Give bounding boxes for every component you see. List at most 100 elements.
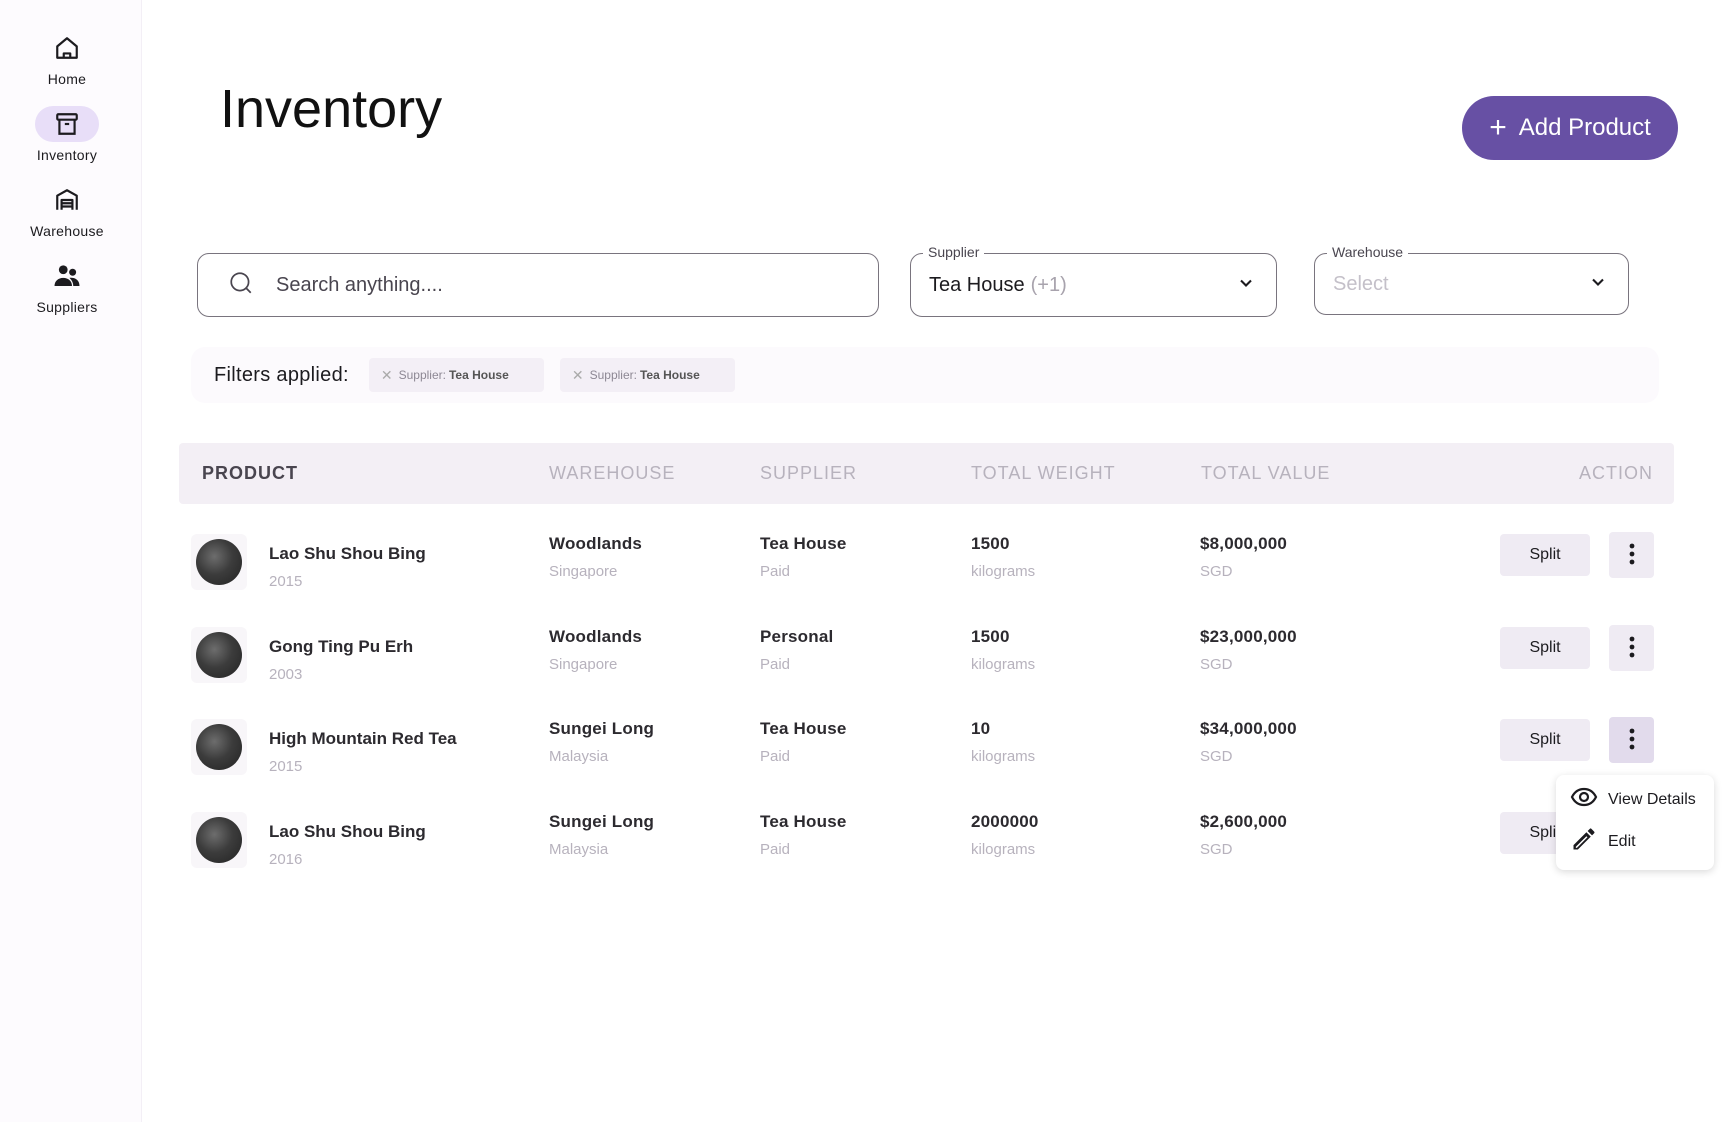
filter-chip-prefix: Supplier: (398, 368, 446, 382)
chevron-down-icon (1236, 273, 1256, 298)
tea-image (196, 539, 242, 585)
warehouse-icon (35, 182, 99, 218)
total-weight: 2000000 (971, 812, 1039, 831)
tea-image (196, 817, 242, 863)
warehouse-country: Singapore (549, 656, 618, 673)
sidebar-item-label: Inventory (36, 147, 98, 163)
table-row: Lao Shu Shou Bing 2015 Woodlands Singapo… (179, 532, 1674, 626)
product-year: 2015 (269, 758, 303, 775)
split-button[interactable]: Split (1500, 719, 1590, 761)
supplier-value-text: Tea House (929, 273, 1025, 296)
warehouse-select-label: Warehouse (1327, 244, 1409, 260)
more-vert-icon (1629, 543, 1635, 568)
payment-status: Paid (760, 563, 791, 580)
warehouse-name: Woodlands (549, 627, 643, 646)
warehouse-name: Sungei Long (549, 719, 655, 738)
sidebar-item-label: Home (47, 71, 87, 87)
tea-image (196, 632, 242, 678)
more-options-button[interactable] (1609, 717, 1654, 763)
weight-unit: kilograms (971, 841, 1036, 858)
sidebar-item-warehouse[interactable]: Warehouse (0, 182, 134, 239)
add-product-button[interactable]: + Add Product (1462, 96, 1678, 160)
tea-image (196, 724, 242, 770)
plus-icon: + (1489, 111, 1507, 144)
product-thumbnail (191, 719, 247, 775)
add-product-label: Add Product (1518, 114, 1651, 141)
payment-status: Paid (760, 841, 791, 858)
total-value: $2,600,000 (1200, 812, 1288, 831)
close-icon[interactable]: ✕ (572, 367, 584, 384)
people-icon (35, 258, 99, 294)
total-value: $8,000,000 (1200, 534, 1288, 553)
more-options-button[interactable] (1609, 625, 1654, 671)
sidebar-item-home[interactable]: Home (0, 30, 134, 87)
filters-applied-bar: Filters applied: ✕ Supplier: Tea House ✕… (191, 347, 1659, 403)
product-year: 2015 (269, 573, 303, 590)
menu-item-edit[interactable]: Edit (1570, 825, 1636, 858)
column-header-supplier[interactable]: SUPPLIER (760, 463, 857, 484)
weight-unit: kilograms (971, 656, 1036, 673)
table-row: Gong Ting Pu Erh 2003 Woodlands Singapor… (179, 625, 1674, 719)
currency: SGD (1200, 656, 1233, 673)
sidebar: Home Inventory Warehouse Suppliers (0, 0, 142, 1122)
menu-item-view-details[interactable]: View Details (1570, 787, 1696, 812)
total-weight: 10 (971, 719, 991, 738)
more-vert-icon (1629, 728, 1635, 753)
chevron-down-icon (1588, 272, 1608, 297)
sidebar-item-label: Warehouse (30, 223, 104, 239)
more-options-button[interactable] (1609, 532, 1654, 578)
supplier-name: Tea House (760, 812, 847, 831)
total-value: $23,000,000 (1200, 627, 1297, 646)
payment-status: Paid (760, 656, 791, 673)
currency: SGD (1200, 748, 1233, 765)
warehouse-select[interactable]: Warehouse Select (1314, 244, 1629, 315)
weight-unit: kilograms (971, 563, 1036, 580)
filter-chip-value: Tea House (639, 368, 700, 382)
split-button[interactable]: Split (1500, 534, 1590, 576)
more-vert-icon (1629, 636, 1635, 661)
total-weight: 1500 (971, 627, 1010, 646)
supplier-name: Tea House (760, 719, 847, 738)
product-name: Gong Ting Pu Erh (269, 637, 414, 656)
warehouse-select-placeholder: Select (1333, 272, 1389, 295)
sidebar-item-suppliers[interactable]: Suppliers (0, 258, 134, 315)
currency: SGD (1200, 563, 1233, 580)
pencil-icon (1570, 825, 1598, 858)
column-header-total-value[interactable]: TOTAL VALUE (1201, 463, 1330, 484)
search-input[interactable] (276, 273, 836, 297)
product-name: Lao Shu Shou Bing (269, 822, 426, 841)
search-box (197, 253, 879, 317)
warehouse-name: Sungei Long (549, 812, 655, 831)
filters-applied-label: Filters applied: (214, 363, 349, 386)
supplier-select-value: Tea House (+1) (929, 274, 1067, 297)
supplier-name: Tea House (760, 534, 847, 553)
supplier-select[interactable]: Supplier Tea House (+1) (910, 244, 1277, 317)
close-icon[interactable]: ✕ (381, 367, 393, 384)
page-title: Inventory (220, 79, 443, 139)
table-row: High Mountain Red Tea 2015 Sungei Long M… (179, 717, 1674, 811)
filter-chip[interactable]: ✕ Supplier: Tea House (368, 358, 544, 392)
product-year: 2003 (269, 666, 303, 683)
column-header-total-weight[interactable]: TOTAL WEIGHT (971, 463, 1116, 484)
currency: SGD (1200, 841, 1233, 858)
warehouse-name: Woodlands (549, 534, 643, 553)
product-name: Lao Shu Shou Bing (269, 544, 426, 563)
product-year: 2016 (269, 851, 303, 868)
menu-item-label: View Details (1608, 790, 1696, 808)
column-header-action: ACTION (1579, 463, 1654, 483)
menu-item-label: Edit (1608, 832, 1636, 850)
column-header-warehouse[interactable]: WAREHOUSE (549, 463, 675, 484)
warehouse-country: Singapore (549, 563, 618, 580)
total-value: $34,000,000 (1200, 719, 1297, 738)
column-header-product[interactable]: PRODUCT (202, 463, 298, 484)
supplier-extra-count: (+1) (1030, 273, 1067, 296)
eye-icon (1570, 787, 1598, 812)
filter-chip[interactable]: ✕ Supplier: Tea House (559, 358, 735, 392)
sidebar-item-inventory[interactable]: Inventory (0, 106, 134, 163)
warehouse-country: Malaysia (549, 748, 609, 765)
product-thumbnail (191, 812, 247, 868)
product-thumbnail (191, 534, 247, 590)
warehouse-country: Malaysia (549, 841, 609, 858)
split-button[interactable]: Split (1500, 627, 1590, 669)
total-weight: 1500 (971, 534, 1010, 553)
